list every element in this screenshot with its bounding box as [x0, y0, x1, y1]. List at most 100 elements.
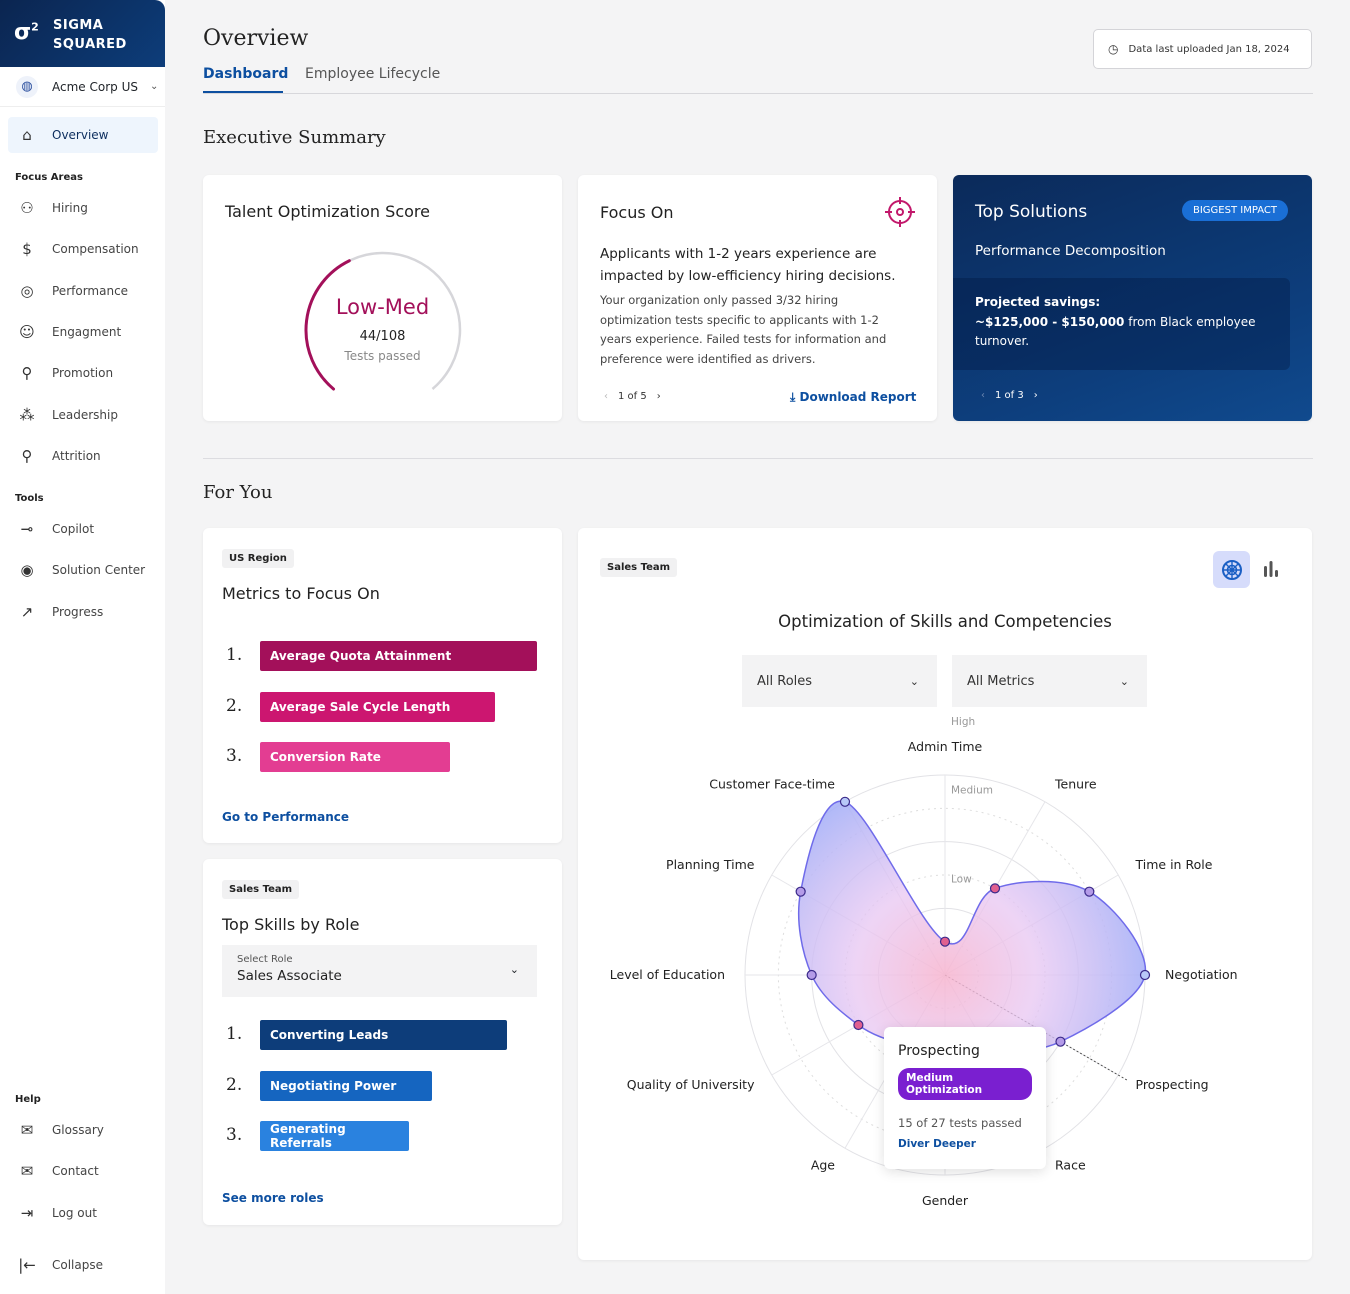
- ranked-item-bar[interactable]: Converting Leads: [260, 1020, 507, 1050]
- upload-status-text: Data last uploaded Jan 18, 2024: [1128, 43, 1290, 55]
- ranked-item-bar[interactable]: Average Sale Cycle Length: [260, 691, 495, 722]
- solution-name[interactable]: Performance Decomposition: [975, 243, 1166, 259]
- radar-card: Sales Team Optimization of Skills and Co…: [578, 528, 1312, 1260]
- sidebar-item-log-out[interactable]: ⇥ Log out: [8, 1195, 158, 1231]
- sidebar-item-label: Contact: [52, 1164, 99, 1179]
- select-label: Select Role: [237, 954, 293, 965]
- sidebar-item-label: Overview: [52, 128, 109, 142]
- gauge-fill: [304, 259, 351, 391]
- card-title: Metrics to Focus On: [222, 584, 380, 603]
- section-label-help: Help: [15, 1094, 41, 1105]
- focus-pager: ‹ 1 of 5 ›: [604, 391, 661, 402]
- score-level: Low-Med: [335, 295, 430, 319]
- sidebar-item-glossary[interactable]: ✉ Glossary: [8, 1112, 158, 1148]
- tooltip-detail: 15 of 27 tests passed: [898, 1116, 1022, 1130]
- org-switcher[interactable]: ◍ Acme Corp US ⌄: [0, 67, 165, 107]
- org-chart-icon: ⁂: [19, 405, 35, 424]
- section-title-for-you: For You: [203, 482, 273, 503]
- rank-number: 2.: [226, 1074, 243, 1095]
- chart-tooltip: Prospecting Medium Optimization 15 of 27…: [884, 1027, 1046, 1169]
- rank-number: 2.: [226, 695, 243, 716]
- book-icon: ✉: [20, 1121, 34, 1139]
- sidebar-item-label: Log out: [52, 1205, 97, 1220]
- tab-employee-lifecycle[interactable]: Employee Lifecycle: [305, 66, 440, 82]
- sidebar-item-hiring[interactable]: ⚇ Hiring: [8, 190, 158, 226]
- next-icon[interactable]: ›: [657, 391, 661, 402]
- data-point: [939, 936, 951, 947]
- axis-label: Planning Time: [666, 857, 755, 872]
- target-icon: ◉: [20, 561, 34, 580]
- rank-number: 3.: [226, 1125, 243, 1145]
- score-caption: Tests passed: [344, 349, 421, 363]
- team-chip: Sales Team: [222, 880, 300, 899]
- talent-score-card: Talent Optimization Score Low-Med 44/108…: [203, 175, 562, 421]
- sidebar: σ2 SIGMA SQUARED ◍ Acme Corp US ⌄ ⌂ Overvi…: [0, 0, 165, 1294]
- region-chip: US Region: [222, 549, 294, 568]
- data-point: [839, 796, 851, 807]
- tab-dashboard[interactable]: Dashboard: [203, 66, 288, 82]
- data-point: [806, 969, 817, 981]
- dive-deeper-link[interactable]: Diver Deeper: [898, 1138, 1032, 1150]
- data-point: [989, 883, 1001, 894]
- pager-text: 1 of 5: [618, 391, 647, 402]
- axis-label: Time in Role: [1135, 857, 1213, 872]
- sidebar-item-progress[interactable]: ↗ Progress: [8, 594, 158, 630]
- collapse-icon: |←: [18, 1256, 36, 1274]
- dollar-icon: $: [22, 240, 32, 259]
- axis-label: Tenure: [1054, 776, 1097, 791]
- score-value: 44/108: [359, 329, 406, 344]
- metrics-card: US Region Metrics to Focus On 1. Average …: [203, 528, 562, 843]
- collapse-button[interactable]: |← Collapse: [8, 1247, 158, 1283]
- sidebar-item-contact[interactable]: ✉ Contact: [8, 1153, 158, 1189]
- chevron-down-icon: ⌄: [509, 963, 519, 976]
- axis-label: Admin Time: [908, 739, 983, 754]
- sidebar-item-label: Glossary: [52, 1123, 104, 1137]
- focus-headline: Applicants with 1-2 years experience are…: [600, 246, 896, 284]
- sidebar-item-label: Compensation: [52, 242, 139, 257]
- person-add-icon: ⚇: [20, 199, 34, 217]
- ranked-item-bar[interactable]: Negotiating Power: [260, 1070, 432, 1101]
- brand-logo[interactable]: σ2 SIGMA SQUARED: [0, 0, 165, 67]
- home-icon: ⌂: [22, 126, 32, 144]
- data-point: [1084, 886, 1095, 897]
- select-value: Sales Associate: [237, 968, 342, 984]
- top-solutions-card: Top Solutions BIGGEST IMPACT Performance…: [953, 175, 1312, 421]
- ranked-item-bar[interactable]: Conversion Rate: [260, 742, 450, 772]
- person-remove-icon: ⚲: [21, 446, 33, 465]
- smile-icon: ☺: [19, 322, 35, 341]
- sidebar-item-copilot[interactable]: ⊸ Copilot: [8, 511, 158, 547]
- rank-number: 3.: [226, 746, 243, 766]
- go-to-performance-link[interactable]: Go to Performance: [222, 810, 349, 824]
- trend-up-icon: ↗: [20, 602, 34, 621]
- prev-icon[interactable]: ‹: [604, 391, 608, 402]
- org-name: Acme Corp US: [52, 79, 138, 94]
- sidebar-item-solution-center[interactable]: ◉ Solution Center: [8, 552, 158, 588]
- prev-icon[interactable]: ‹: [981, 390, 985, 401]
- target-icon: [885, 197, 915, 227]
- sidebar-item-performance[interactable]: ◎ Performance: [8, 273, 158, 309]
- sidebar-item-label: Promotion: [52, 366, 114, 381]
- next-icon[interactable]: ›: [1034, 390, 1038, 401]
- impact-badge: BIGGEST IMPACT: [1182, 200, 1288, 221]
- sidebar-item-leadership[interactable]: ⁂ Leadership: [8, 397, 158, 433]
- savings-label: Projected savings:: [975, 295, 1101, 309]
- section-label-focus-areas: Focus Areas: [15, 172, 83, 183]
- role-select[interactable]: Select Role Sales Associate ⌄: [222, 945, 537, 997]
- savings-amount: ~$125,000 - $150,000: [975, 314, 1125, 329]
- sidebar-item-engagment[interactable]: ☺ Engagment: [8, 314, 158, 350]
- globe-icon: ◍: [16, 75, 38, 98]
- ranked-item-bar[interactable]: Average Quota Attainment: [260, 641, 537, 671]
- rank-number: 1.: [226, 1024, 243, 1044]
- tab-divider: [203, 93, 1313, 94]
- sidebar-item-attrition[interactable]: ⚲ Attrition: [8, 438, 158, 474]
- see-more-roles-link[interactable]: See more roles: [222, 1191, 324, 1205]
- sidebar-item-overview[interactable]: ⌂ Overview: [8, 117, 158, 153]
- axis-label: Level of Education: [610, 967, 725, 982]
- sidebar-item-compensation[interactable]: $ Compensation: [8, 231, 158, 267]
- pager-text: 1 of 3: [995, 390, 1024, 401]
- sidebar-item-label: Attrition: [52, 448, 101, 463]
- axis-label: Negotiation: [1165, 967, 1238, 982]
- sidebar-item-promotion[interactable]: ⚲ Promotion: [8, 355, 158, 391]
- download-report-link[interactable]: ⤓ Download Report: [790, 390, 916, 405]
- ranked-item-bar[interactable]: Generating Referrals: [260, 1121, 409, 1151]
